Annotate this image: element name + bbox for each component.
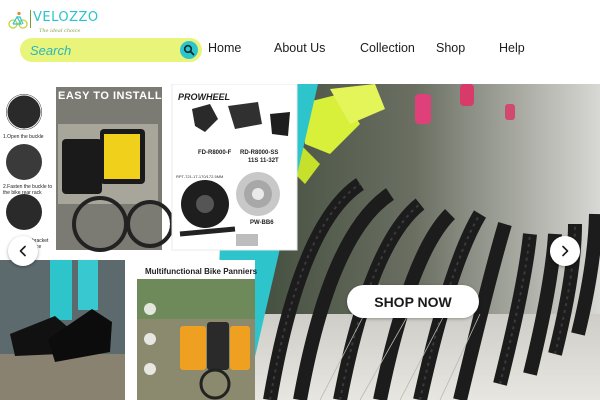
hero-slideshow: EASY TO INSTALL 1.Open the buckle 2.Fast… [0,84,600,400]
part-label-4: PW-BB6 [250,220,274,226]
nav-shop[interactable]: Shop [436,41,465,55]
nav-help[interactable]: Help [499,41,525,55]
site-header: VELOZZO The ideal choice Home About Us C… [0,0,600,84]
brand-logo[interactable]: VELOZZO The ideal choice [8,8,108,36]
search-bar [20,38,202,62]
install-title: EASY TO INSTALL [58,90,163,102]
bicycle-icon [8,11,28,29]
nav-collection[interactable]: Collection [360,41,415,55]
hero-image [0,84,600,400]
search-icon [183,44,195,56]
nav-home[interactable]: Home [208,41,241,55]
search-input[interactable] [30,42,170,58]
part-label-1: FD-R8000-F [198,150,232,156]
part-label-2-sub: 11S 11-32T [248,158,279,164]
install-step-2: 2.Fasten the buckle to the bike rear rac… [3,184,53,196]
part-label-3: RPT-721-1T-170/172.5MM [176,174,224,179]
panniers-title: Multifunctional Bike Panniers [145,267,258,276]
prev-slide-button[interactable] [8,236,38,266]
part-label-2: RD-R8000-SS [240,150,279,156]
logo-divider [30,10,31,28]
install-step-1: 1.Open the buckle [3,134,44,140]
chevron-left-icon [19,245,26,257]
search-button[interactable] [180,41,198,59]
chevron-right-icon [562,245,569,257]
next-slide-button[interactable] [550,236,580,266]
brand-name: VELOZZO [33,10,99,25]
shop-now-button[interactable]: SHOP NOW [347,285,479,318]
brand-tagline: The ideal choice [39,28,81,34]
groupset-brand: PROWHEEL [178,92,231,102]
nav-about-us[interactable]: About Us [274,41,325,55]
